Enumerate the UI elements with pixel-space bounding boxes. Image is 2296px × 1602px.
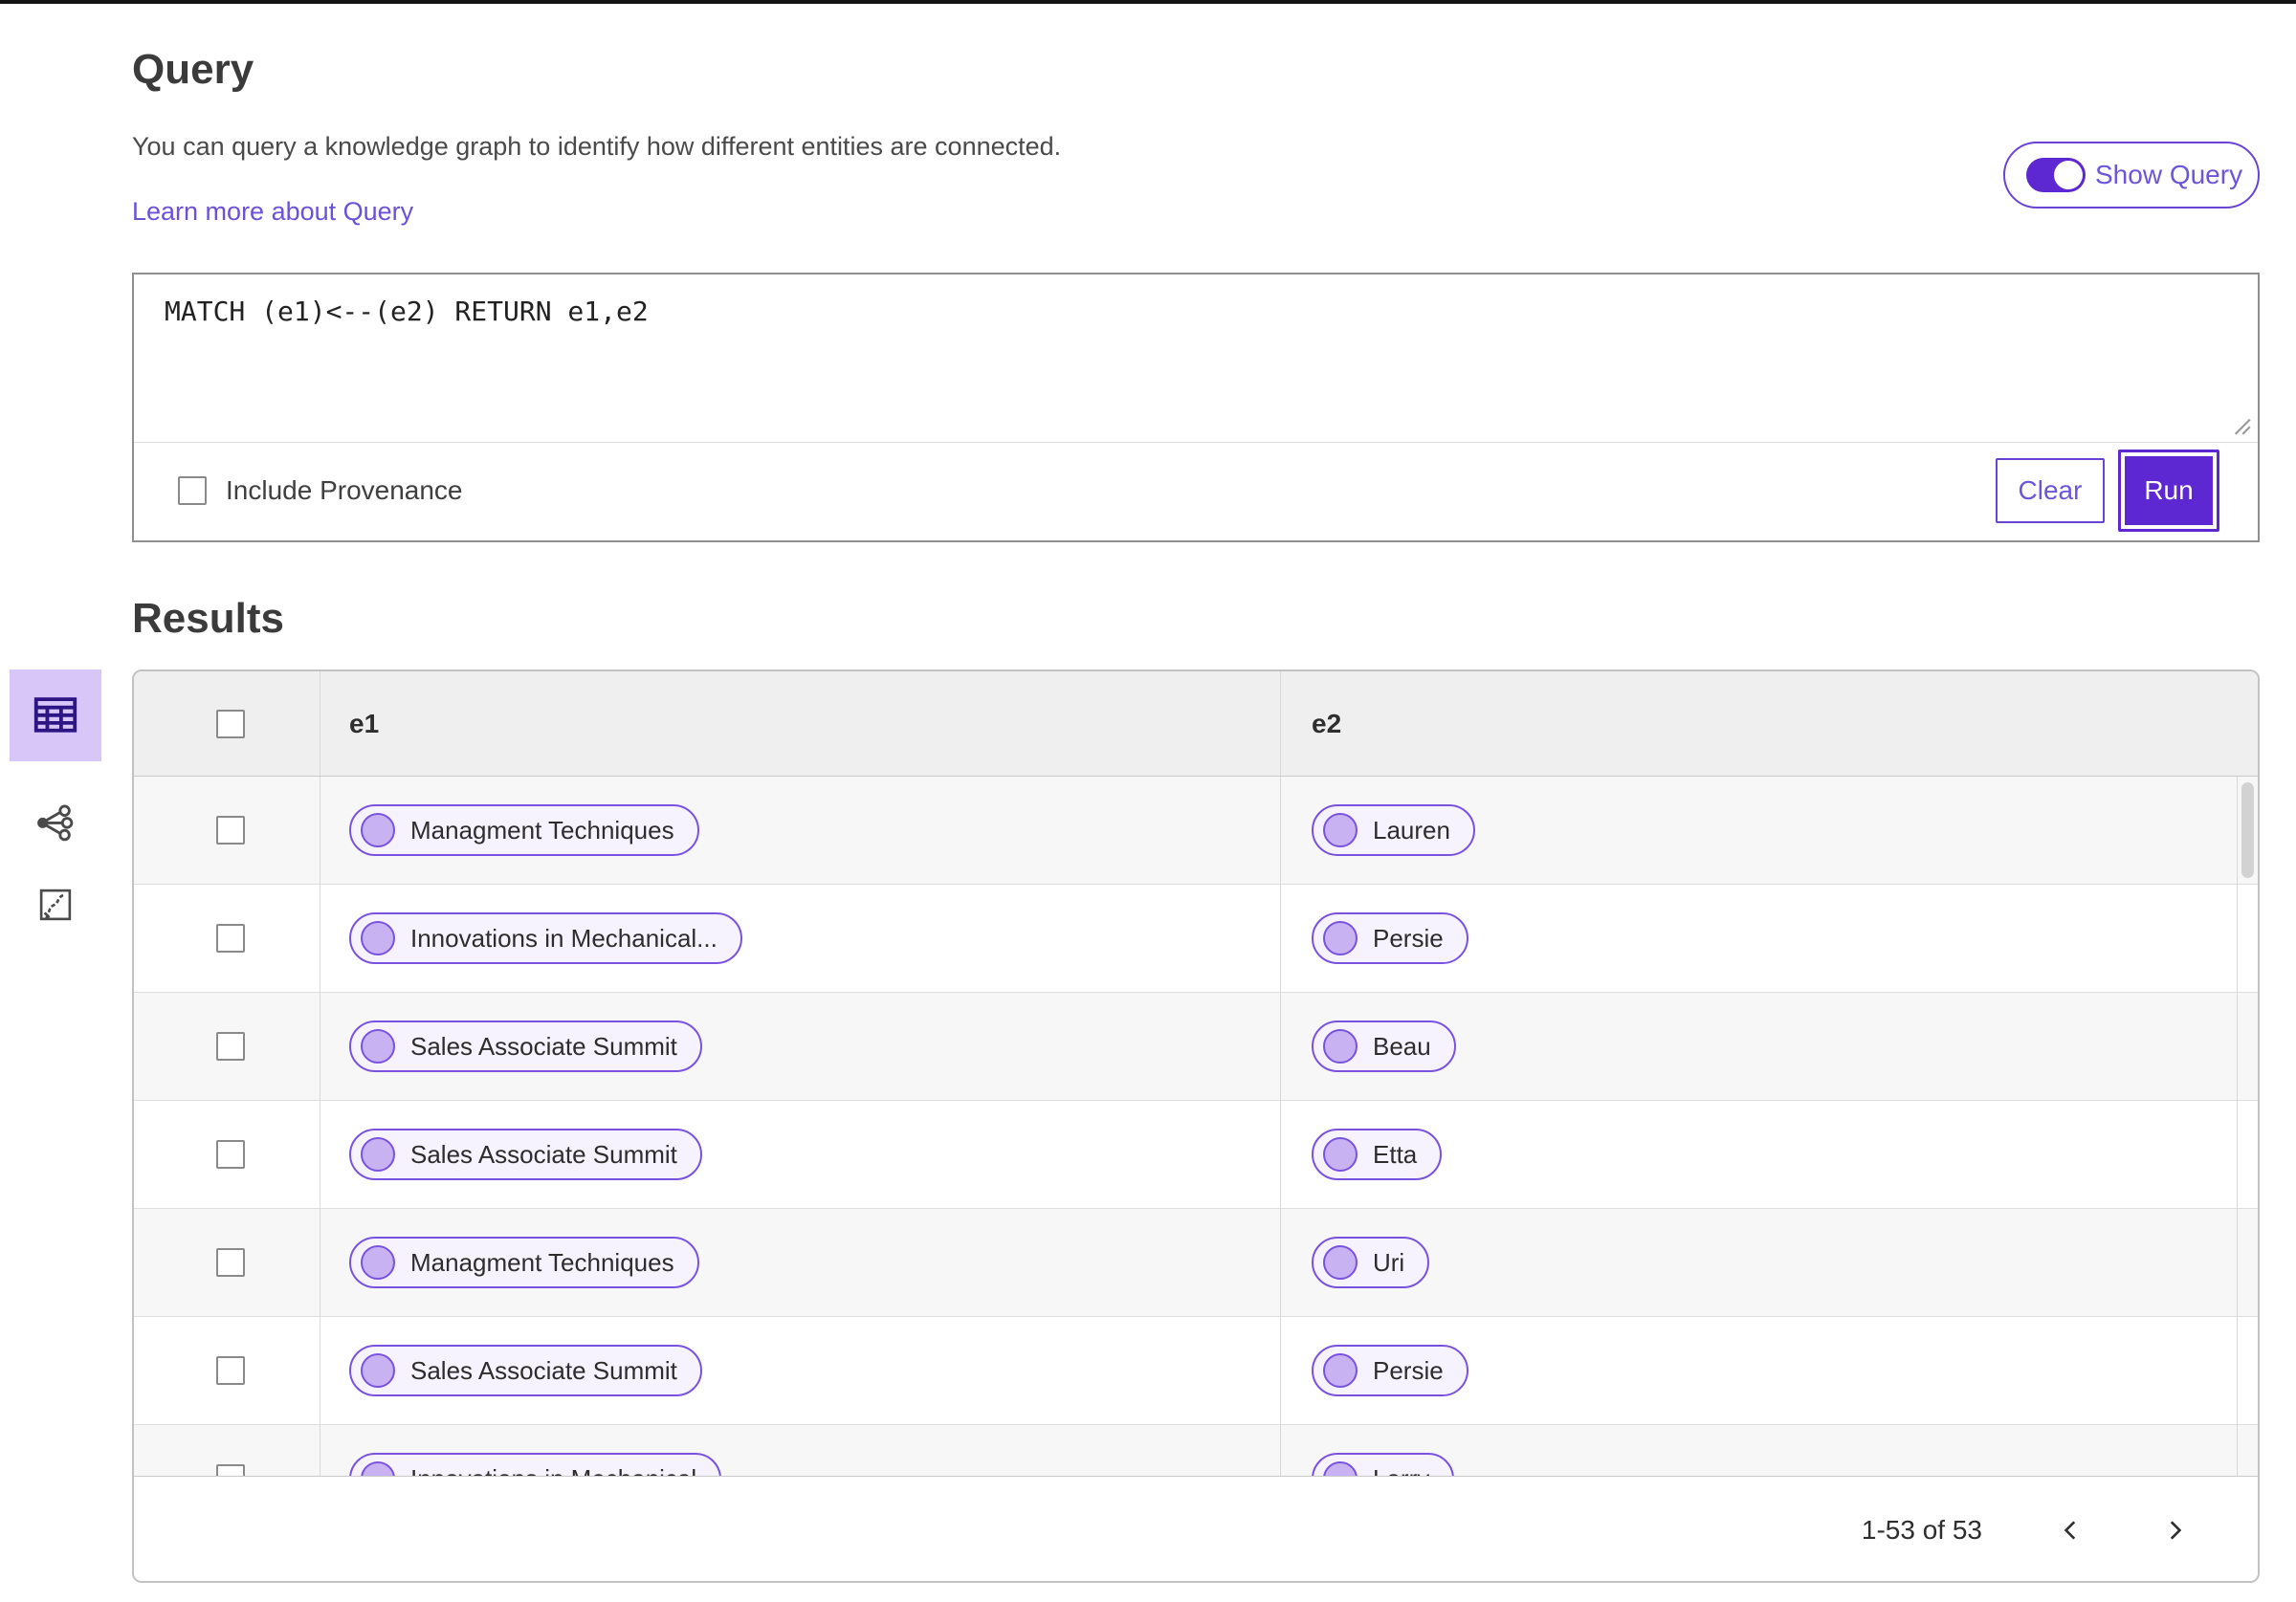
entity-node-icon [361,921,395,955]
e2-entity-pill[interactable]: Lauren [1312,804,1475,856]
show-query-toggle-button[interactable]: Show Query [2003,142,2260,208]
entity-node-icon [1323,1353,1358,1388]
query-editor-panel: MATCH (e1)<--(e2) RETURN e1,e2 Include P… [132,273,2260,542]
table-icon [33,697,77,733]
e1-pill-label: Sales Associate Summit [410,1031,677,1061]
e2-pill-label: Persie [1373,1355,1444,1385]
row-checkbox[interactable] [216,1356,245,1385]
entity-node-icon [1323,1029,1358,1064]
e1-entity-pill[interactable]: Innovations in Mechanical [349,1453,722,1477]
row-checkbox[interactable] [216,924,245,953]
e1-pill-label: Innovations in Mechanical [410,1464,696,1477]
e1-pill-label: Sales Associate Summit [410,1139,677,1169]
entity-node-icon [361,1245,395,1280]
table-row: Managment Techniques Lauren [134,777,2258,885]
query-textarea[interactable]: MATCH (e1)<--(e2) RETURN e1,e2 [134,274,2258,443]
e1-pill-label: Managment Techniques [410,1247,674,1277]
entity-node-icon [361,1353,395,1388]
run-button[interactable]: Run [2118,450,2219,532]
e2-pill-label: Uri [1373,1247,1405,1277]
e1-entity-pill[interactable]: Innovations in Mechanical... [349,912,742,964]
results-table: e1 e2 Managment Techniques Lauren Innova… [132,669,2260,1583]
e1-pill-label: Innovations in Mechanical... [410,923,718,953]
table-view-button[interactable] [10,669,101,761]
e2-pill-label: Larry [1373,1464,1429,1477]
resize-handle-icon[interactable] [2227,411,2252,436]
e1-entity-pill[interactable]: Sales Associate Summit [349,1020,702,1072]
table-header-row: e1 e2 [134,671,2258,777]
e2-entity-pill[interactable]: Etta [1312,1129,1443,1180]
entity-node-icon [1323,1461,1358,1476]
previous-page-button[interactable] [2057,1516,2086,1545]
page-title: Query [132,46,254,93]
e2-entity-pill[interactable]: Larry [1312,1453,1455,1477]
entity-node-icon [1323,1137,1358,1172]
toggle-knob [2054,161,2083,189]
entity-node-icon [1323,813,1358,847]
table-scrollbar-thumb[interactable] [2241,782,2254,878]
e2-pill-label: Etta [1373,1139,1418,1169]
page-description: You can query a knowledge graph to ident… [132,132,1062,161]
entity-node-icon [361,1461,395,1476]
table-row: Managment Techniques Uri [134,1209,2258,1317]
entity-node-icon [1323,921,1358,955]
column-header-e2: e2 [1312,708,1342,738]
e2-entity-pill[interactable]: Beau [1312,1020,1456,1072]
entity-node-icon [361,1029,395,1064]
show-query-label: Show Query [2095,160,2243,189]
table-row: Sales Associate Summit Etta [134,1101,2258,1209]
e2-entity-pill[interactable]: Persie [1312,912,1468,964]
select-all-checkbox[interactable] [216,709,245,738]
e1-pill-label: Managment Techniques [410,815,674,845]
query-footer-bar: Include Provenance Clear Run [134,443,2258,538]
toggle-on-icon[interactable] [2026,158,2086,192]
e2-pill-label: Lauren [1373,815,1450,845]
entity-node-icon [361,1137,395,1172]
row-checkbox[interactable] [216,1248,245,1277]
query-text: MATCH (e1)<--(e2) RETURN e1,e2 [165,296,649,327]
e1-pill-label: Sales Associate Summit [410,1355,677,1385]
learn-more-link[interactable]: Learn more about Query [132,197,413,227]
row-checkbox[interactable] [216,1140,245,1169]
e2-pill-label: Beau [1373,1031,1431,1061]
chevron-right-icon [2170,1520,2182,1540]
e2-entity-pill[interactable]: Persie [1312,1345,1468,1396]
pagination-range: 1-53 of 53 [1861,1514,1982,1545]
e1-entity-pill[interactable]: Managment Techniques [349,1237,699,1288]
next-page-button[interactable] [2160,1516,2189,1545]
graph-view-button[interactable] [10,801,101,844]
pagination-bar: 1-53 of 53 [134,1476,2258,1581]
table-row: Innovations in Mechanical Larry [134,1425,2258,1476]
table-row: Sales Associate Summit Beau [134,993,2258,1101]
e1-entity-pill[interactable]: Sales Associate Summit [349,1345,702,1396]
entity-node-icon [361,813,395,847]
chart-view-button[interactable] [10,884,101,926]
window-top-edge [0,0,2296,4]
table-row: Sales Associate Summit Persie [134,1317,2258,1425]
view-switcher-rail [10,669,105,926]
e2-pill-label: Persie [1373,923,1444,953]
clear-button[interactable]: Clear [1996,458,2105,523]
graph-nodes-icon [37,804,74,842]
table-row: Innovations in Mechanical... Persie [134,885,2258,993]
results-title: Results [132,595,284,642]
e2-entity-pill[interactable]: Uri [1312,1237,1430,1288]
chart-box-icon [39,889,72,921]
table-body: Managment Techniques Lauren Innovations … [134,777,2258,1476]
e1-entity-pill[interactable]: Sales Associate Summit [349,1129,702,1180]
include-provenance-checkbox[interactable] [178,476,207,505]
include-provenance-label: Include Provenance [226,475,463,505]
chevron-left-icon [2064,1520,2076,1540]
row-checkbox[interactable] [216,816,245,845]
entity-node-icon [1323,1245,1358,1280]
row-checkbox[interactable] [216,1464,245,1476]
e1-entity-pill[interactable]: Managment Techniques [349,804,699,856]
column-header-e1: e1 [349,708,380,738]
row-checkbox[interactable] [216,1032,245,1061]
query-page: Query You can query a knowledge graph to… [0,0,2296,1602]
